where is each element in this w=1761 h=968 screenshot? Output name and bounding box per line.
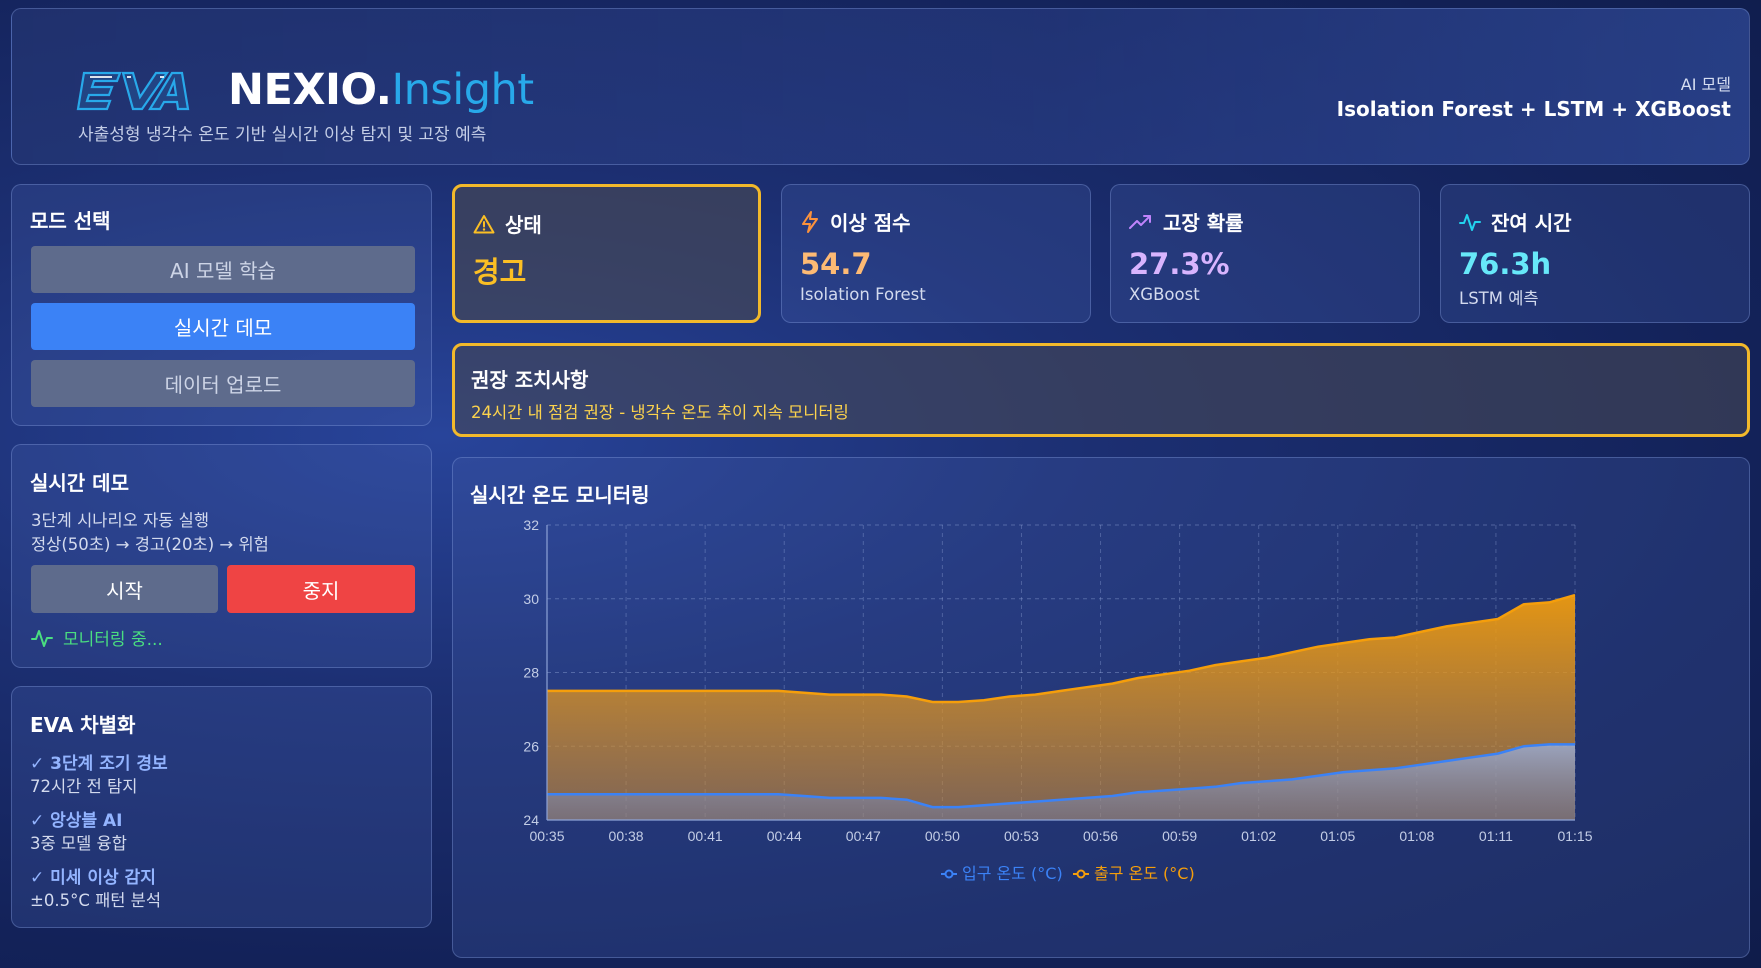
prob-card-value: 27.3%	[1129, 247, 1230, 281]
brand-main: NEXIO.	[228, 65, 392, 115]
y-tick-label: 26	[523, 738, 539, 754]
x-tick-label: 00:35	[529, 828, 564, 844]
anomaly-card-label: 이상 점수	[830, 211, 911, 235]
warning-triangle-icon	[473, 214, 495, 233]
temperature-chart-panel: 24 26 28 30 32 00:35 00:38 00:41 00:44 00:47 00:50…	[452, 457, 1750, 958]
status-card: 상태 경고	[452, 184, 761, 323]
legend-label: 입구 온도 (°C)	[962, 864, 1063, 883]
legend-marker	[1076, 869, 1086, 879]
anomaly-score-card: 이상 점수 54.7 Isolation Forest	[781, 184, 1091, 323]
mode-button-train[interactable]: AI 모델 학습	[31, 246, 415, 293]
diff-item-desc: 3중 모델 융합	[30, 834, 127, 853]
remaining-time-card: 잔여 시간 76.3h LSTM 예측	[1440, 184, 1750, 323]
header-subtitle: 사출성형 냉각수 온도 기반 실시간 이상 탐지 및 고장 예측	[78, 125, 487, 145]
recommendation-title: 권장 조치사항	[471, 368, 589, 392]
header-bar: NEXIO.Insight 사출성형 냉각수 온도 기반 실시간 이상 탐지 및…	[11, 8, 1750, 165]
legend-label: 출구 온도 (°C)	[1094, 864, 1195, 883]
brand-title: NEXIO.Insight	[228, 65, 534, 115]
diff-item-title: ✓ 3단계 조기 경보	[30, 754, 168, 774]
monitoring-status-text: 모니터링 중...	[63, 630, 163, 650]
x-tick-label: 00:38	[609, 828, 644, 844]
chart-plot-area: 24 26 28 30 32 00:35 00:38 00:41 00:44 00:47 00:50…	[523, 517, 1592, 883]
remain-card-value: 76.3h	[1459, 247, 1552, 281]
recommendation-panel: 권장 조치사항 24시간 내 점검 권장 - 냉각수 온도 추이 지속 모니터링	[452, 343, 1750, 437]
status-card-value: 경고	[473, 255, 527, 289]
mode-select-panel: 모드 선택 AI 모델 학습 실시간 데모 데이터 업로드	[11, 184, 432, 426]
anomaly-card-value: 54.7	[800, 247, 872, 281]
x-tick-label: 00:47	[846, 828, 881, 844]
y-tick-label: 28	[523, 665, 539, 681]
y-tick-label: 32	[523, 517, 539, 533]
status-card-header: 상태	[473, 209, 542, 238]
mode-button-realtime-demo[interactable]: 실시간 데모	[31, 303, 415, 350]
stop-button[interactable]: 중지	[227, 565, 415, 613]
status-card-label: 상태	[505, 213, 542, 237]
trending-up-icon	[1129, 214, 1151, 229]
demo-panel-title: 실시간 데모	[30, 471, 129, 495]
failure-probability-card: 고장 확률 27.3% XGBoost	[1110, 184, 1420, 323]
activity-icon	[1459, 213, 1481, 231]
lightning-icon	[802, 210, 818, 233]
diff-item-desc: ±0.5°C 패턴 분석	[30, 891, 162, 910]
prob-card-header: 고장 확률	[1129, 207, 1244, 236]
x-tick-label: 00:50	[925, 828, 960, 844]
recommendation-text: 24시간 내 점검 권장 - 냉각수 온도 추이 지속 모니터링	[471, 403, 849, 422]
chart-title: 실시간 온도 모니터링	[470, 483, 650, 507]
x-tick-label: 00:44	[767, 828, 802, 844]
x-tick-label: 01:15	[1557, 828, 1592, 844]
eva-differentiation-panel: EVA 차별화 ✓ 3단계 조기 경보 72시간 전 탐지 ✓ 앙상블 AI 3…	[11, 686, 432, 928]
y-tick-label: 30	[523, 591, 539, 607]
x-tick-label: 00:41	[688, 828, 723, 844]
monitoring-status: 모니터링 중...	[31, 625, 163, 650]
anomaly-card-header: 이상 점수	[800, 207, 911, 236]
mode-panel-title: 모드 선택	[30, 209, 111, 233]
x-tick-label: 01:05	[1320, 828, 1355, 844]
diff-panel-title: EVA 차별화	[30, 713, 136, 737]
anomaly-card-model: Isolation Forest	[800, 285, 926, 304]
x-tick-label: 00:59	[1162, 828, 1197, 844]
ai-model-value: Isolation Forest + LSTM + XGBoost	[1336, 97, 1731, 121]
realtime-demo-panel: 실시간 데모 3단계 시나리오 자동 실행 정상(50초) → 경고(20초) …	[11, 444, 432, 668]
brand-accent: Insight	[391, 65, 534, 115]
mode-button-data-upload[interactable]: 데이터 업로드	[31, 360, 415, 407]
x-tick-label: 01:02	[1241, 828, 1276, 844]
remain-card-label: 잔여 시간	[1491, 211, 1572, 235]
temperature-chart: 24 26 28 30 32 00:35 00:38 00:41 00:44 00:47 00:50…	[523, 517, 1592, 883]
ai-model-label: AI 모델	[1680, 75, 1731, 94]
diff-item-title: ✓ 앙상블 AI	[30, 811, 123, 831]
y-tick-label: 24	[523, 812, 539, 828]
prob-card-model: XGBoost	[1129, 285, 1200, 304]
x-tick-label: 01:11	[1479, 828, 1513, 844]
start-button[interactable]: 시작	[31, 565, 218, 613]
demo-description-line2: 정상(50초) → 경고(20초) → 위험	[31, 535, 269, 554]
eva-logo	[76, 71, 190, 111]
demo-description-line1: 3단계 시나리오 자동 실행	[31, 511, 210, 530]
x-tick-label: 01:08	[1399, 828, 1434, 844]
diff-item-title: ✓ 미세 이상 감지	[30, 868, 156, 888]
legend-marker	[944, 869, 954, 879]
prob-card-label: 고장 확률	[1163, 211, 1244, 235]
x-tick-label: 00:56	[1083, 828, 1118, 844]
x-tick-label: 00:53	[1004, 828, 1039, 844]
remain-card-model: LSTM 예측	[1459, 289, 1539, 308]
diff-item-desc: 72시간 전 탐지	[30, 777, 138, 796]
remain-card-header: 잔여 시간	[1459, 207, 1572, 236]
activity-icon	[31, 629, 53, 647]
